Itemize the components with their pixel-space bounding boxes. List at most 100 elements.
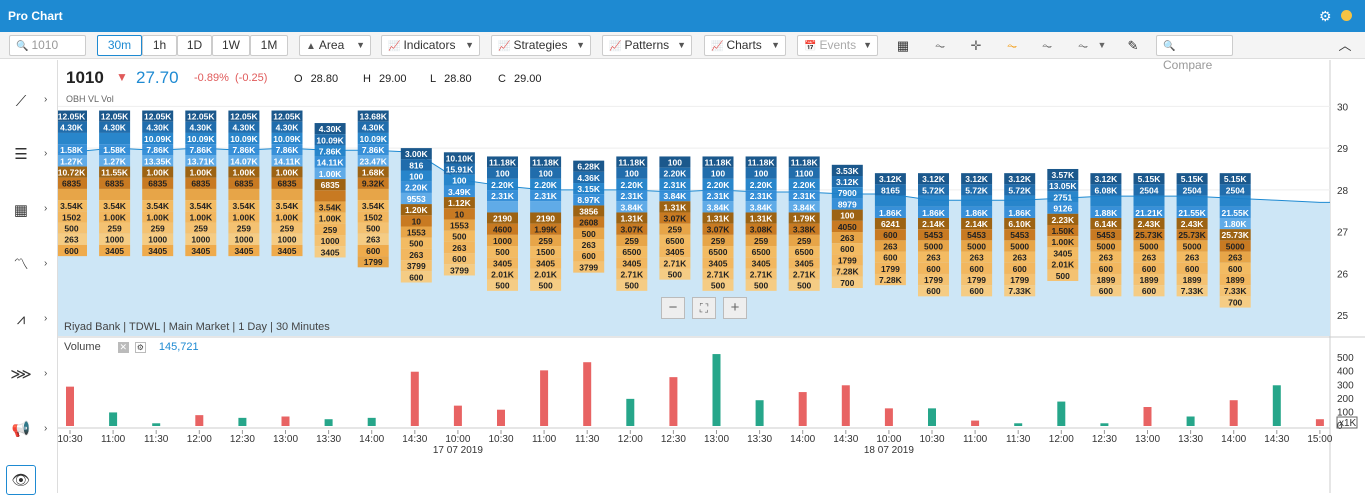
chevron-right-icon[interactable]: › bbox=[44, 203, 47, 214]
zoom-in-button[interactable]: + bbox=[723, 297, 747, 319]
pitchfork-tool-icon[interactable]: ⋙ bbox=[6, 360, 36, 390]
order-book-label: 600 bbox=[64, 246, 78, 256]
period-30m-button[interactable]: 30m bbox=[97, 35, 142, 56]
settings-icon[interactable]: ⚙ bbox=[134, 342, 146, 353]
trend-line-tool-icon[interactable]: ⟋ bbox=[6, 87, 36, 117]
collapse-icon[interactable]: ︿ bbox=[1333, 35, 1357, 56]
order-book-label: 7.28K bbox=[879, 275, 903, 285]
compare-input[interactable]: 🔍Compare bbox=[1156, 35, 1233, 72]
order-book-label: 3.12K bbox=[922, 174, 946, 184]
order-book-label: 100 bbox=[840, 211, 854, 221]
period-1h-button[interactable]: 1h bbox=[142, 35, 177, 56]
order-book-label: 700 bbox=[840, 278, 854, 288]
patterns-dropdown[interactable]: 📈 Patterns ▼ bbox=[602, 35, 692, 56]
volume-bar bbox=[410, 371, 419, 426]
layout-icon[interactable]: ⏦ bbox=[1071, 35, 1095, 56]
order-book-label: 7.33K bbox=[1224, 286, 1248, 296]
order-book-label: 2.01K bbox=[1051, 260, 1075, 270]
order-book-cell bbox=[357, 188, 389, 201]
fit-screen-button[interactable]: ⛶ bbox=[692, 297, 716, 319]
order-book-cell bbox=[1219, 195, 1251, 207]
eye-icon[interactable]: 👁 bbox=[6, 465, 36, 495]
volume-bar bbox=[1272, 385, 1281, 426]
grid-icon[interactable]: ▦ bbox=[891, 35, 915, 56]
order-book-label: 10.09K bbox=[359, 134, 387, 144]
order-book-label: 4050 bbox=[838, 222, 857, 232]
order-book-label: 259 bbox=[237, 224, 251, 234]
gear-icon[interactable]: ⚙ bbox=[1319, 8, 1332, 25]
crosshair-icon[interactable]: ✛ bbox=[964, 35, 988, 56]
order-book-label: 100 bbox=[754, 169, 768, 179]
volume-bar bbox=[1100, 423, 1109, 426]
chevron-right-icon[interactable]: › bbox=[44, 313, 47, 324]
edit-icon[interactable]: ✎ bbox=[1121, 35, 1145, 56]
order-book-cell bbox=[185, 188, 217, 201]
order-book-label: 1.12K bbox=[448, 198, 472, 208]
announcement-tool-icon[interactable]: 📢 bbox=[6, 415, 36, 445]
volume-bar bbox=[626, 398, 635, 426]
period-1w-button[interactable]: 1W bbox=[212, 35, 250, 56]
chart-line-icon[interactable]: ⏦ bbox=[928, 35, 952, 56]
chevron-right-icon[interactable]: › bbox=[44, 148, 47, 159]
zoom-out-button[interactable]: − bbox=[661, 297, 685, 319]
events-dropdown[interactable]: 📅 Events ▼ bbox=[797, 35, 878, 56]
last-price: 27.70 bbox=[136, 68, 179, 87]
chart-canvas[interactable]: 30292827262512.05K4.30K1.58K1.27K10.72K6… bbox=[58, 60, 1365, 493]
order-book-label: 7.86K bbox=[319, 146, 343, 156]
order-book-label: 2.71K bbox=[793, 269, 817, 279]
close-icon[interactable]: ✕ bbox=[117, 342, 129, 353]
time-axis-label: 13:00 bbox=[273, 434, 298, 445]
window-title: Pro Chart bbox=[8, 9, 63, 23]
time-axis-label: 12:30 bbox=[230, 434, 255, 445]
indicators-dropdown[interactable]: 📈 Indicators ▼ bbox=[381, 35, 480, 56]
order-book-label: 3405 bbox=[709, 258, 728, 268]
order-book-label: 600 bbox=[1099, 264, 1113, 274]
price-tick-label: 27 bbox=[1337, 228, 1349, 239]
period-1m-button[interactable]: 1M bbox=[250, 35, 288, 56]
wave-tool-icon[interactable]: 〽 bbox=[6, 250, 36, 280]
order-book-label: 2.23K bbox=[1051, 215, 1075, 225]
order-book-label: 263 bbox=[970, 253, 984, 263]
events-icon: 📅 bbox=[804, 41, 817, 52]
order-book-label: 3405 bbox=[278, 246, 297, 256]
minimize-dot-icon[interactable] bbox=[1341, 10, 1352, 21]
order-book-label: 500 bbox=[366, 224, 380, 234]
order-book-label: 1.00K bbox=[233, 212, 257, 222]
order-book-label: 9.32K bbox=[362, 179, 386, 189]
chevron-right-icon[interactable]: › bbox=[44, 423, 47, 434]
horizontal-lines-tool-icon[interactable]: ☰ bbox=[6, 140, 36, 170]
order-book-label: 263 bbox=[366, 235, 380, 245]
order-book-label: 1100 bbox=[795, 169, 814, 179]
order-book-label: 14.11K bbox=[274, 156, 302, 166]
low-value: L 28.80 bbox=[430, 73, 472, 85]
chevron-right-icon[interactable]: › bbox=[44, 94, 47, 105]
order-book-label: 4.36K bbox=[577, 173, 601, 183]
pattern-tool-icon[interactable]: ⩘ bbox=[6, 305, 36, 335]
strategies-dropdown[interactable]: 📈 Strategies ▼ bbox=[491, 35, 591, 56]
time-axis-label: 14:00 bbox=[1221, 434, 1246, 445]
volume-bar bbox=[1229, 400, 1238, 426]
time-axis-label: 13:00 bbox=[1135, 434, 1160, 445]
order-book-label: 5.15K bbox=[1224, 174, 1248, 184]
order-book-label: 1.86K bbox=[922, 208, 946, 218]
chevron-down-icon[interactable]: ▼ bbox=[1096, 35, 1108, 56]
charts-dropdown[interactable]: 📈 Charts ▼ bbox=[704, 35, 786, 56]
order-book-label: 500 bbox=[1056, 271, 1070, 281]
chevron-right-icon[interactable]: › bbox=[44, 368, 47, 379]
order-book-cell bbox=[58, 188, 87, 201]
order-book-label: 263 bbox=[1142, 253, 1156, 263]
overlay-icon[interactable]: ⏦ bbox=[1035, 35, 1059, 56]
order-book-label: 6.10K bbox=[1008, 219, 1032, 229]
order-book-label: 5000 bbox=[967, 241, 986, 251]
order-book-label: 6835 bbox=[234, 179, 253, 189]
chart-type-dropdown[interactable]: ▲ Area ▼ bbox=[299, 35, 371, 56]
order-book-icon[interactable]: ⏦ bbox=[1000, 35, 1024, 56]
period-1d-button[interactable]: 1D bbox=[177, 35, 212, 56]
chevron-right-icon[interactable]: › bbox=[44, 258, 47, 269]
price-tick-label: 30 bbox=[1337, 102, 1349, 113]
order-book-label: 6835 bbox=[321, 180, 340, 190]
order-book-label: 1799 bbox=[967, 275, 986, 285]
order-book-label: 4.30K bbox=[362, 123, 386, 133]
fibonacci-tool-icon[interactable]: ▦ bbox=[6, 196, 36, 226]
symbol-search-input[interactable]: 🔍 1010 bbox=[9, 35, 86, 56]
